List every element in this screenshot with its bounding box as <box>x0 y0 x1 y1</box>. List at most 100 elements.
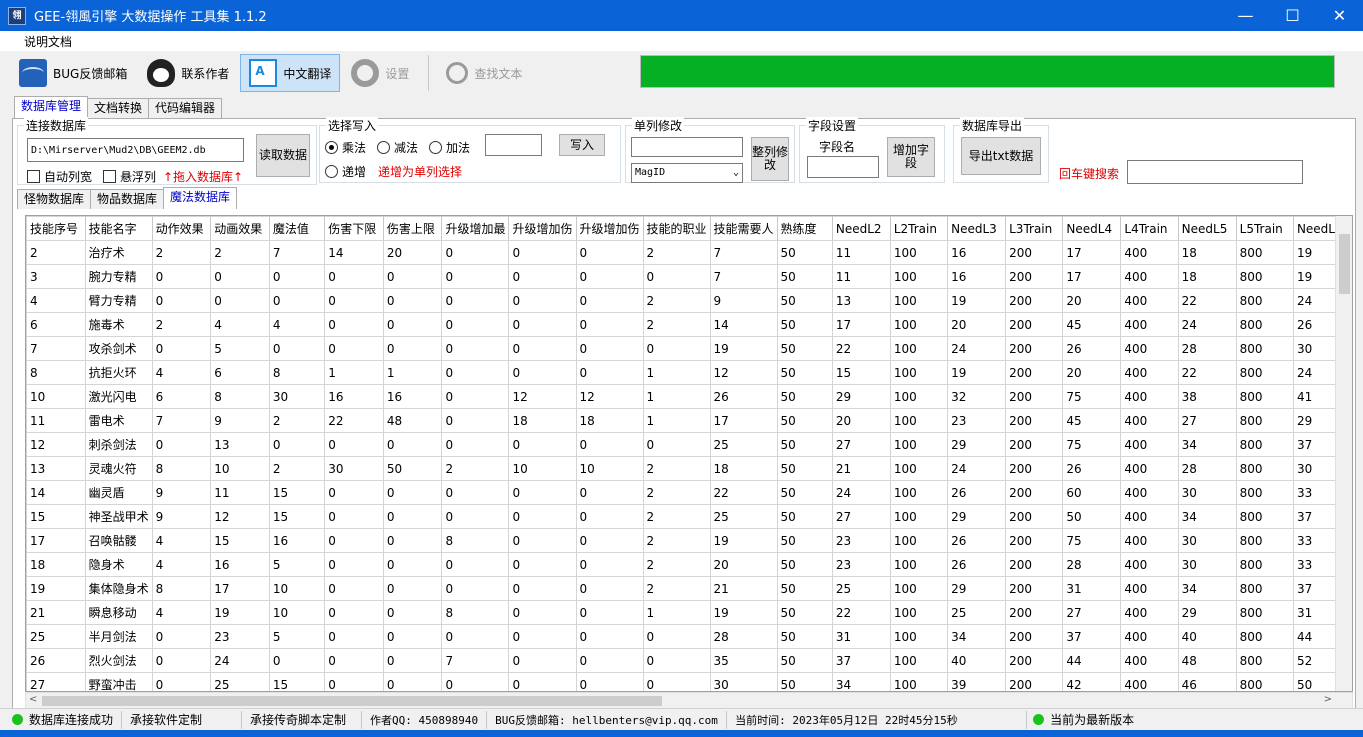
table-cell[interactable]: 35 <box>709 648 778 673</box>
table-cell[interactable]: 0 <box>508 624 577 649</box>
table-cell[interactable]: 34 <box>1177 576 1237 601</box>
table-cell[interactable]: 25 <box>831 576 891 601</box>
table-cell[interactable]: 18 <box>508 408 577 433</box>
table-row[interactable]: 10 激光闪电 6 8 30 16 16 0 12 12 1 26 50 29 100 32 200 75 400 3… <box>26 384 1352 409</box>
table-cell[interactable]: 7 <box>26 336 86 361</box>
table-cell[interactable]: 28 <box>1062 552 1122 577</box>
table-cell[interactable]: 0 <box>324 552 384 577</box>
table-cell[interactable]: 200 <box>1005 240 1064 265</box>
table-cell[interactable]: 0 <box>210 264 270 289</box>
horizontal-scrollbar[interactable]: < > <box>25 692 1353 709</box>
table-cell[interactable]: 0 <box>324 600 384 625</box>
table-cell[interactable]: 0 <box>441 408 510 433</box>
table-cell[interactable]: 0 <box>382 480 443 505</box>
table-cell[interactable]: 50 <box>776 600 833 625</box>
table-cell[interactable]: 400 <box>1120 384 1179 409</box>
table-cell[interactable]: 20 <box>947 312 1007 337</box>
table-cell[interactable]: 0 <box>441 672 510 691</box>
table-cell[interactable]: 50 <box>776 240 833 265</box>
table-cell[interactable]: 幽灵盾 <box>84 480 153 505</box>
magic-data-grid[interactable]: 技能序号 技能名字 动作效果 动画效果 魔法值 伤害下限 伤害上限 升级增加最 升级增加伤 升级增… <box>25 215 1353 692</box>
table-cell[interactable]: 0 <box>324 528 384 553</box>
table-cell[interactable]: 0 <box>508 336 577 361</box>
table-cell[interactable]: 100 <box>889 672 949 691</box>
table-cell[interactable]: 0 <box>324 672 384 691</box>
table-cell[interactable]: 1 <box>642 600 711 625</box>
table-cell[interactable]: 200 <box>1005 360 1064 385</box>
table-cell[interactable]: 0 <box>441 240 510 265</box>
table-cell[interactable]: 2 <box>642 456 711 481</box>
table-cell[interactable]: 0 <box>508 672 577 691</box>
table-cell[interactable]: 10 <box>26 384 86 409</box>
scroll-left-icon[interactable]: < <box>29 694 37 705</box>
table-cell[interactable]: 0 <box>382 312 443 337</box>
column-header[interactable]: 升级增加伤 <box>575 216 644 241</box>
table-cell[interactable]: 14 <box>324 240 384 265</box>
table-cell[interactable]: 50 <box>1062 504 1122 529</box>
table-cell[interactable]: 800 <box>1235 360 1294 385</box>
table-cell[interactable]: 0 <box>268 288 326 313</box>
table-cell[interactable]: 0 <box>382 648 443 673</box>
table-cell[interactable]: 0 <box>324 504 384 529</box>
table-cell[interactable]: 46 <box>1177 672 1237 691</box>
table-cell[interactable]: 12 <box>508 384 577 409</box>
table-cell[interactable]: 27 <box>1177 408 1237 433</box>
table-cell[interactable]: 2 <box>268 408 326 433</box>
column-header[interactable]: 伤害上限 <box>382 216 443 241</box>
table-cell[interactable]: 0 <box>575 552 644 577</box>
table-cell[interactable]: 12 <box>26 432 86 457</box>
table-cell[interactable]: 0 <box>575 624 644 649</box>
table-cell[interactable]: 0 <box>508 528 577 553</box>
table-cell[interactable]: 19 <box>26 576 86 601</box>
table-cell[interactable]: 0 <box>151 672 212 691</box>
table-cell[interactable]: 20 <box>1062 360 1122 385</box>
table-cell[interactable]: 800 <box>1235 312 1294 337</box>
table-cell[interactable]: 400 <box>1120 360 1179 385</box>
vertical-scrollbar[interactable] <box>1335 216 1352 691</box>
table-cell[interactable]: 0 <box>324 624 384 649</box>
table-cell[interactable]: 30 <box>709 672 778 691</box>
table-cell[interactable]: 0 <box>575 264 644 289</box>
table-cell[interactable]: 8 <box>26 360 86 385</box>
table-cell[interactable]: 激光闪电 <box>84 384 153 409</box>
table-cell[interactable]: 0 <box>441 360 510 385</box>
table-cell[interactable]: 臂力专精 <box>84 288 153 313</box>
table-cell[interactable]: 22 <box>831 336 891 361</box>
table-cell[interactable]: 1 <box>642 408 711 433</box>
table-cell[interactable]: 28 <box>1177 456 1237 481</box>
translate-button[interactable]: 中文翻译 <box>240 54 341 92</box>
single-value-input[interactable] <box>631 137 743 157</box>
table-cell[interactable]: 26 <box>1062 456 1122 481</box>
table-cell[interactable]: 16 <box>947 240 1007 265</box>
table-cell[interactable]: 4 <box>26 288 86 313</box>
table-cell[interactable]: 38 <box>1177 384 1237 409</box>
table-cell[interactable]: 0 <box>151 624 212 649</box>
table-cell[interactable]: 0 <box>268 648 326 673</box>
table-row[interactable]: 17 召唤骷髅 4 15 16 0 0 8 0 0 2 19 50 23 100 26 200 75 400 30 80… <box>26 528 1352 553</box>
table-cell[interactable]: 0 <box>151 288 212 313</box>
table-cell[interactable]: 13 <box>210 432 270 457</box>
multiply-radio[interactable]: 乘法 <box>325 139 366 156</box>
table-cell[interactable]: 100 <box>889 648 949 673</box>
table-cell[interactable]: 0 <box>441 504 510 529</box>
table-cell[interactable]: 29 <box>831 384 891 409</box>
table-row[interactable]: 21 瞬息移动 4 19 10 0 0 8 0 0 1 19 50 22 100 25 200 27 400 29 80… <box>26 600 1352 625</box>
table-cell[interactable]: 0 <box>382 552 443 577</box>
table-cell[interactable]: 26 <box>709 384 778 409</box>
table-cell[interactable]: 0 <box>382 288 443 313</box>
table-cell[interactable]: 0 <box>642 264 711 289</box>
table-cell[interactable]: 100 <box>889 600 949 625</box>
table-cell[interactable]: 13 <box>831 288 891 313</box>
table-cell[interactable]: 200 <box>1005 552 1064 577</box>
read-data-button[interactable]: 读取数据 <box>256 134 310 177</box>
table-cell[interactable]: 11 <box>26 408 86 433</box>
table-cell[interactable]: 0 <box>151 432 212 457</box>
tab-magic-db[interactable]: 魔法数据库 <box>163 187 238 209</box>
table-cell[interactable]: 200 <box>1005 648 1064 673</box>
table-cell[interactable]: 17 <box>1062 240 1122 265</box>
table-cell[interactable]: 800 <box>1235 336 1294 361</box>
table-cell[interactable]: 5 <box>210 336 270 361</box>
close-button[interactable]: ✕ <box>1316 0 1363 31</box>
table-cell[interactable]: 40 <box>1177 624 1237 649</box>
table-cell[interactable]: 2 <box>441 456 510 481</box>
